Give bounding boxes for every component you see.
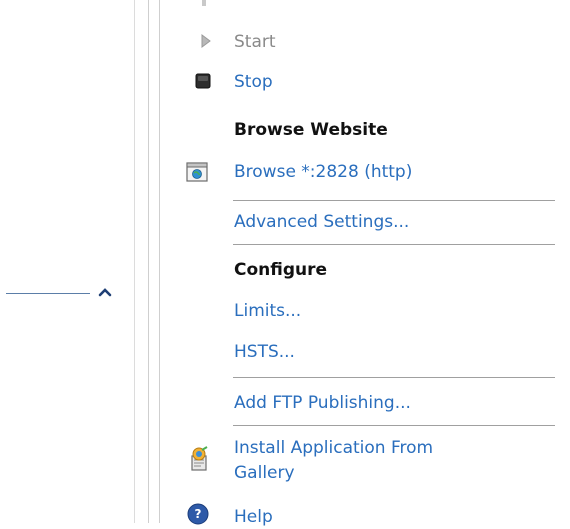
actions-pane: Start Stop Browse Website Browse *:2828 … — [160, 0, 570, 527]
stop-icon — [195, 73, 211, 89]
play-icon — [201, 34, 211, 48]
install-application-line-2: Gallery — [234, 463, 295, 483]
separator-4 — [233, 425, 555, 426]
separator-2 — [233, 244, 555, 245]
left-pane-divider-line — [6, 293, 90, 294]
stop-action[interactable]: Stop — [234, 70, 273, 94]
hsts-link[interactable]: HSTS... — [234, 340, 295, 364]
help-icon: ? — [187, 503, 209, 525]
separator-1 — [233, 200, 555, 201]
help-link[interactable]: Help — [234, 505, 273, 529]
limits-link[interactable]: Limits... — [234, 299, 301, 323]
browse-website-header: Browse Website — [234, 120, 388, 140]
left-pane — [0, 0, 135, 523]
browser-window-icon — [186, 162, 208, 182]
install-package-icon — [191, 446, 208, 471]
start-action: Start — [234, 32, 276, 52]
separator-3 — [233, 377, 555, 378]
install-application-line-1: Install Application From — [234, 438, 434, 458]
configure-header: Configure — [234, 260, 328, 280]
add-ftp-publishing-link[interactable]: Add FTP Publishing... — [234, 391, 411, 415]
svg-text:?: ? — [195, 507, 202, 521]
advanced-settings-link[interactable]: Advanced Settings... — [234, 210, 409, 234]
pane-splitter[interactable] — [148, 0, 160, 523]
scroll-remnant — [202, 0, 206, 6]
install-application-link[interactable]: Install Application From Gallery — [234, 436, 433, 486]
chevron-up-icon[interactable] — [98, 286, 112, 298]
browse-http-link[interactable]: Browse *:2828 (http) — [234, 160, 412, 184]
